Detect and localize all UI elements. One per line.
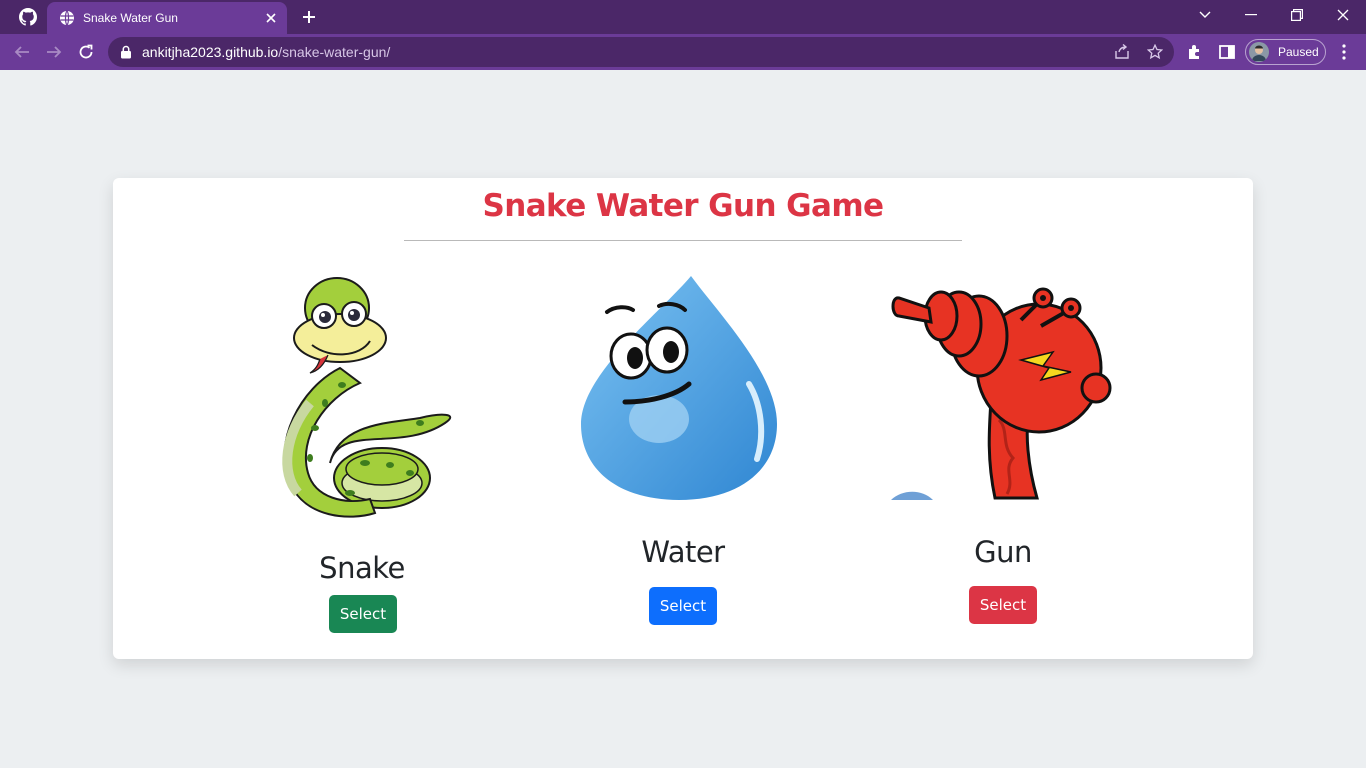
snake-label: Snake [319,551,405,585]
title-divider [404,240,962,241]
github-icon[interactable] [12,5,44,29]
select-gun-button[interactable]: Select [969,586,1037,624]
avatar [1249,42,1269,62]
url-text: ankitjha2023.github.io/snake-water-gun/ [142,45,390,60]
select-snake-button[interactable]: Select [329,595,397,633]
side-panel-icon[interactable] [1217,42,1237,62]
select-water-button[interactable]: Select [649,587,717,625]
forward-icon[interactable] [40,38,68,66]
bookmark-star-icon[interactable] [1146,43,1164,61]
profile-status-label: Paused [1278,45,1319,59]
game-card: Snake Water Gun Game Snake Select Water … [113,178,1253,659]
extensions-icon[interactable] [1185,42,1205,62]
url-host: ankitjha2023.github.io [142,44,279,60]
address-bar[interactable]: ankitjha2023.github.io/snake-water-gun/ [108,37,1174,67]
restore-icon[interactable] [1274,0,1320,30]
lock-icon[interactable] [120,45,134,59]
snake-image [270,273,454,523]
browser-tab-active[interactable]: Snake Water Gun [47,2,287,34]
more-menu-icon[interactable] [1334,42,1354,62]
gun-label: Gun [974,535,1032,569]
close-window-icon[interactable] [1320,0,1366,30]
url-path: /snake-water-gun/ [278,44,391,60]
water-label: Water [641,535,725,569]
page-title: Snake Water Gun Game [482,188,885,224]
close-tab-icon[interactable] [263,10,279,26]
tab-title: Snake Water Gun [83,11,178,25]
gun-image [891,280,1113,500]
minimize-icon[interactable] [1228,0,1274,30]
browser-tab-bar: Snake Water Gun [0,0,1366,34]
new-tab-button[interactable] [297,5,321,29]
profile-button[interactable]: Paused [1245,39,1326,65]
back-icon[interactable] [8,38,36,66]
globe-icon [59,10,75,26]
browser-toolbar: ankitjha2023.github.io/snake-water-gun/ … [0,34,1366,70]
water-image [579,274,779,500]
tab-search-icon[interactable] [1182,0,1228,30]
reload-icon[interactable] [72,38,100,66]
share-icon[interactable] [1113,43,1131,61]
